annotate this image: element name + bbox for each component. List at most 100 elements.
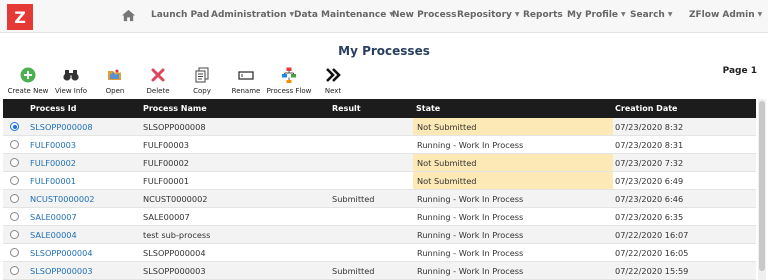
delete-button[interactable]: Delete bbox=[136, 66, 180, 95]
table-row[interactable]: NCUST0000002 NCUST0000002 Submitted Running… bbox=[3, 190, 756, 208]
rename-button[interactable]: Rename bbox=[224, 66, 268, 95]
nav-item-repository[interactable]: Repository ▼ bbox=[457, 10, 520, 20]
page-number: Page 1 bbox=[722, 66, 757, 76]
toolbar-label: Next bbox=[324, 87, 342, 95]
nav-item-administration[interactable]: Administration ▼ bbox=[211, 10, 294, 20]
creation-date-cell: 07/23/2020 8:31 bbox=[615, 140, 684, 150]
row-select-radio[interactable] bbox=[10, 266, 19, 275]
nav-item-data-maintenance[interactable]: Data Maintenance ▼ bbox=[294, 10, 394, 20]
creation-date-cell: 07/23/2020 6:49 bbox=[615, 176, 684, 186]
row-select-radio[interactable] bbox=[10, 158, 19, 167]
nav-item-zflow-admin[interactable]: ZFlow Admin ▼ bbox=[689, 10, 762, 20]
row-select-radio[interactable] bbox=[10, 122, 19, 131]
nav-item-label: Launch Pad bbox=[151, 10, 210, 20]
creation-date-cell: 07/22/2020 15:59 bbox=[615, 266, 689, 276]
state-cell: Running - Work In Process bbox=[413, 262, 613, 279]
process-id-link[interactable]: NCUST0000002 bbox=[30, 194, 95, 204]
open-folder-icon bbox=[108, 69, 121, 80]
process-id-link[interactable]: SALE00007 bbox=[30, 212, 77, 222]
state-cell: Not Submitted bbox=[413, 172, 613, 189]
state-cell: Running - Work In Process bbox=[413, 190, 613, 207]
top-navbar: Z Launch Pad Administration ▼ Data Maintena… bbox=[0, 0, 768, 33]
next-arrow-icon bbox=[326, 68, 341, 82]
row-select-radio[interactable] bbox=[10, 212, 19, 221]
column-header-result[interactable]: Result bbox=[332, 104, 361, 113]
open-button[interactable]: Open bbox=[93, 66, 137, 95]
column-header-process-id[interactable]: Process Id bbox=[30, 104, 76, 113]
row-select-radio[interactable] bbox=[10, 194, 19, 203]
table-row[interactable]: SLSOPP000008 SLSOPP000008 Not Submitted 07/… bbox=[3, 118, 756, 136]
create-new-button[interactable]: Create New bbox=[6, 66, 50, 95]
state-text: Running - Work In Process bbox=[417, 248, 524, 258]
state-cell: Not Submitted bbox=[413, 154, 613, 171]
process-name-cell: SLSOPP000008 bbox=[143, 122, 206, 132]
toolbar-label: Open bbox=[105, 87, 125, 95]
vertical-scrollbar[interactable] bbox=[758, 99, 766, 280]
scrollbar-thumb[interactable] bbox=[759, 101, 765, 271]
row-select-radio[interactable] bbox=[10, 248, 19, 257]
table-header: Process Id Process Name Result State Cre… bbox=[3, 99, 756, 118]
row-select-radio[interactable] bbox=[10, 140, 19, 149]
binoculars-icon bbox=[63, 70, 79, 81]
toolbar-label: Delete bbox=[146, 87, 170, 95]
nav-item-label: Search bbox=[630, 10, 665, 20]
nav-item-label: New Process bbox=[392, 10, 457, 20]
plus-circle-icon bbox=[20, 67, 36, 83]
process-flow-icon bbox=[282, 67, 296, 83]
process-id-link[interactable]: FULF00003 bbox=[30, 140, 76, 150]
process-id-link[interactable]: SALE00004 bbox=[30, 230, 77, 240]
page-title: My Processes bbox=[338, 44, 430, 58]
process-id-link[interactable]: SLSOPP000003 bbox=[30, 266, 93, 276]
process-name-cell: SALE00007 bbox=[143, 212, 190, 222]
process-id-link[interactable]: SLSOPP000008 bbox=[30, 122, 93, 132]
view-info-button[interactable]: View Info bbox=[49, 66, 93, 95]
column-header-creation-date[interactable]: Creation Date bbox=[615, 104, 677, 113]
row-select-radio[interactable] bbox=[10, 176, 19, 185]
chevron-down-icon: ▼ bbox=[667, 11, 673, 18]
column-header-process-name[interactable]: Process Name bbox=[143, 104, 207, 113]
table-row[interactable]: SLSOPP000003 SLSOPP000003 Submitted Running… bbox=[3, 262, 756, 280]
toolbar-label: Rename bbox=[231, 87, 261, 95]
chevron-down-icon: ▼ bbox=[514, 11, 520, 18]
process-id-link[interactable]: FULF00001 bbox=[30, 176, 76, 186]
chevron-down-icon: ▼ bbox=[621, 11, 626, 18]
nav-item-launch-pad[interactable]: Launch Pad bbox=[151, 10, 209, 20]
delete-x-icon bbox=[151, 68, 165, 82]
process-flow-button[interactable]: Process Flow bbox=[267, 66, 311, 95]
state-text: Not Submitted bbox=[417, 176, 477, 186]
copy-button[interactable]: Copy bbox=[180, 66, 224, 95]
home-icon[interactable] bbox=[121, 8, 136, 23]
state-text: Running - Work In Process bbox=[417, 212, 524, 222]
state-text: Running - Work In Process bbox=[417, 194, 524, 204]
process-id-link[interactable]: FULF00002 bbox=[30, 158, 76, 168]
table-row[interactable]: SALE00004 test sub-process Running - Work … bbox=[3, 226, 756, 244]
process-name-cell: NCUST0000002 bbox=[143, 194, 208, 204]
column-header-state[interactable]: State bbox=[416, 104, 440, 113]
nav-item-label: Data Maintenance bbox=[294, 10, 387, 20]
process-name-cell: FULF00002 bbox=[143, 158, 190, 168]
creation-date-cell: 07/22/2020 16:05 bbox=[615, 248, 689, 258]
row-select-radio[interactable] bbox=[10, 230, 19, 239]
creation-date-cell: 07/22/2020 16:07 bbox=[615, 230, 689, 240]
table-row[interactable]: FULF00001 FULF00001 Not Submitted 07/23/202… bbox=[3, 172, 756, 190]
state-text: Running - Work In Process bbox=[417, 230, 524, 240]
nav-item-new-process[interactable]: New Process bbox=[392, 10, 456, 20]
nav-item-reports[interactable]: Reports bbox=[523, 10, 563, 20]
table-row[interactable]: SALE00007 SALE00007 Running - Work In Proc… bbox=[3, 208, 756, 226]
nav-item-label: Repository bbox=[457, 10, 512, 20]
nav-item-my-profile[interactable]: My Profile ▼ bbox=[567, 10, 626, 20]
table-row[interactable]: FULF00003 FULF00003 Running - Work In Proc… bbox=[3, 136, 756, 154]
result-cell: Submitted bbox=[332, 266, 375, 276]
toolbar-label: Copy bbox=[193, 87, 211, 95]
nav-item-label: My Profile bbox=[567, 10, 619, 20]
table-row[interactable]: SLSOPP000004 SLSOPP000004 Running - Work I… bbox=[3, 244, 756, 262]
state-text: Running - Work In Process bbox=[417, 266, 524, 276]
process-id-link[interactable]: SLSOPP000004 bbox=[30, 248, 93, 258]
next-button[interactable]: Next bbox=[311, 66, 355, 95]
nav-item-search[interactable]: Search ▼ bbox=[630, 10, 672, 20]
state-cell: Not Submitted bbox=[413, 118, 613, 135]
table-row[interactable]: FULF00002 FULF00002 Not Submitted 07/23/202… bbox=[3, 154, 756, 172]
app-logo[interactable]: Z bbox=[7, 4, 33, 30]
process-name-cell: FULF00001 bbox=[143, 176, 190, 186]
nav-item-label: Administration bbox=[211, 10, 287, 20]
